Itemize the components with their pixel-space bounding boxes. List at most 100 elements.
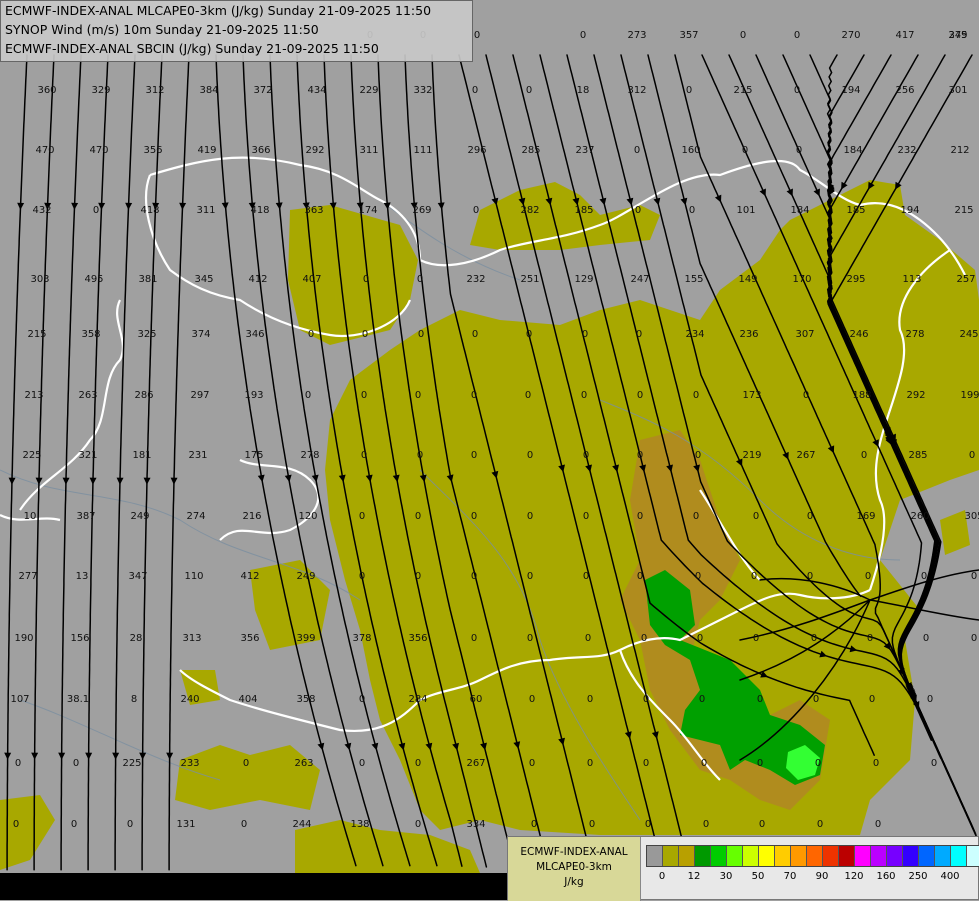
cin-value-label: 329 <box>91 85 110 96</box>
cin-value-label: 399 <box>296 633 315 644</box>
cin-value-label: 0 <box>865 571 871 582</box>
cin-value-label: 0 <box>587 758 593 769</box>
cin-value-label: 251 <box>520 274 539 285</box>
cin-value-label: 169 <box>856 511 875 522</box>
cin-value-label: 345 <box>194 274 213 285</box>
cin-value-label: 0 <box>363 274 369 285</box>
cin-value-label: 0 <box>472 85 478 96</box>
cin-value-label: 0 <box>643 758 649 769</box>
cin-value-label: 346 <box>245 329 264 340</box>
cin-value-label: 286 <box>134 390 153 401</box>
cin-value-label: 0 <box>581 390 587 401</box>
cin-value-label: 240 <box>180 694 199 705</box>
cin-value-label: 131 <box>176 819 195 830</box>
cin-value-label: 0 <box>757 758 763 769</box>
legend-title: ECMWF-INDEX-ANAL MLCAPE0-3km J/kg <box>508 837 641 901</box>
cin-value-label: 0 <box>815 758 821 769</box>
cin-value-label: 0 <box>474 30 480 41</box>
cin-value-label: 193 <box>244 390 263 401</box>
cin-value-label: 0 <box>693 390 699 401</box>
color-legend: ECMWF-INDEX-ANAL MLCAPE0-3km J/kg 0 12 30 5… <box>507 836 979 901</box>
legend-title-parameter: MLCAPE0-3km <box>536 861 612 873</box>
cin-value-label: 0 <box>418 329 424 340</box>
legend-tick: 12 <box>687 871 701 882</box>
cin-value-label: 0 <box>585 633 591 644</box>
weather-map: 360 329 312 384 372 434 229 332 0 0 18 312 0 215 0 194 2… <box>0 0 979 900</box>
cin-value-label: 0 <box>796 145 802 156</box>
cin-value-label: 0 <box>526 85 532 96</box>
cin-value-label: 175 <box>244 450 263 461</box>
cin-value-label: 495 <box>84 274 103 285</box>
cin-value-label: 8 <box>131 694 137 705</box>
cin-value-label: 0 <box>693 511 699 522</box>
cin-value-label: 18 <box>577 85 590 96</box>
cin-value-label: 0 <box>811 633 817 644</box>
cin-value-label: 311 <box>196 205 215 216</box>
cin-value-label: 269 <box>412 205 431 216</box>
cin-value-label: 378 <box>352 633 371 644</box>
legend-swatch <box>695 846 711 866</box>
cin-value-label: 404 <box>238 694 257 705</box>
cin-value-label: 101 <box>736 205 755 216</box>
cin-value-label: 284 <box>408 694 427 705</box>
cin-value-label: 0 <box>807 511 813 522</box>
cin-value-label: 225 <box>122 758 141 769</box>
cin-value-label: 372 <box>253 85 272 96</box>
cin-value-label: 160 <box>681 145 700 156</box>
cin-value-label: 0 <box>583 571 589 582</box>
cin-value-label: 216 <box>242 511 261 522</box>
cin-value-label: 417 <box>895 30 914 41</box>
cin-value-label: 0 <box>637 450 643 461</box>
cin-value-label: 0 <box>686 85 692 96</box>
cin-value-label: 0 <box>527 450 533 461</box>
cin-value-label: 0 <box>361 450 367 461</box>
cin-value-label: 263 <box>294 758 313 769</box>
legend-swatch <box>887 846 903 866</box>
cin-value-label: 432 <box>32 205 51 216</box>
cin-value-label: 0 <box>637 571 643 582</box>
legend-title-source: ECMWF-INDEX-ANAL <box>520 846 628 858</box>
cin-value-label: 110 <box>184 571 203 582</box>
cin-value-label: 0 <box>971 633 977 644</box>
cin-value-label: 0 <box>359 571 365 582</box>
cin-value-label: 181 <box>132 450 151 461</box>
cin-value-label: 292 <box>906 390 925 401</box>
cin-value-label: 0 <box>699 694 705 705</box>
cin-value-label: 0 <box>921 571 927 582</box>
cin-value-label: 28 <box>130 633 143 644</box>
cin-value-label: 215 <box>954 205 973 216</box>
cin-value-label: 0 <box>361 390 367 401</box>
legend-unit: J/kg <box>564 876 584 888</box>
cin-value-label: 0 <box>417 274 423 285</box>
cin-value-label: 387 <box>76 511 95 522</box>
legend-tick: 120 <box>844 871 864 882</box>
cin-value-label: 332 <box>413 85 432 96</box>
cin-value-label: 0 <box>971 571 977 582</box>
cin-value-label: 0 <box>415 571 421 582</box>
cin-value-label: 199 <box>960 390 979 401</box>
cin-value-label: 185 <box>846 205 865 216</box>
legend-swatch <box>903 846 919 866</box>
cin-value-label: 246 <box>849 329 868 340</box>
cin-value-label: 120 <box>298 511 317 522</box>
cin-value-label: 407 <box>302 274 321 285</box>
cin-value-label: 412 <box>240 571 259 582</box>
cin-value-label: 0 <box>471 511 477 522</box>
cin-value-label: 0 <box>875 819 881 830</box>
cin-value-label: 0 <box>636 329 642 340</box>
cin-value-label: 184 <box>843 145 862 156</box>
cin-value-label: 0 <box>757 694 763 705</box>
cin-value-label: 0 <box>359 694 365 705</box>
cin-value-label: 0 <box>923 633 929 644</box>
cin-value-label: 0 <box>415 819 421 830</box>
cin-value-label: 0 <box>243 758 249 769</box>
cin-value-label: 0 <box>580 30 586 41</box>
legend-swatch <box>711 846 727 866</box>
cin-value-label: 129 <box>574 274 593 285</box>
cin-value-label: 260 <box>910 511 929 522</box>
cin-value-label: 273 <box>627 30 646 41</box>
cin-value-label: 360 <box>37 85 56 96</box>
cin-value-label: 267 <box>466 758 485 769</box>
cin-value-label: 213 <box>24 390 43 401</box>
legend-swatch <box>759 846 775 866</box>
